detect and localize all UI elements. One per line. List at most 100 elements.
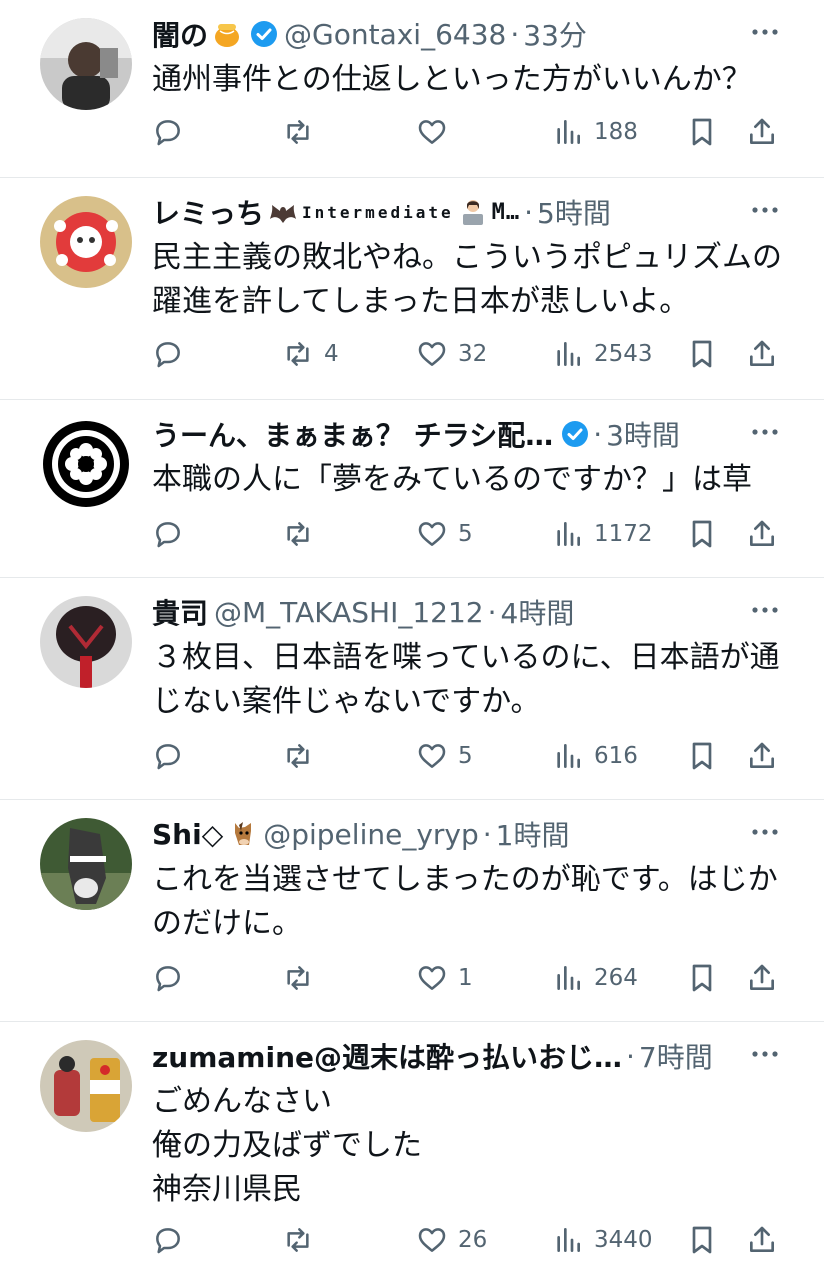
views-chart-icon bbox=[557, 120, 580, 144]
display-name[interactable]: レミっち bbox=[152, 192, 264, 232]
views-button[interactable]: 3440 bbox=[552, 1220, 653, 1260]
reply-icon bbox=[156, 966, 180, 992]
heart-icon bbox=[418, 1228, 446, 1252]
more-options-icon[interactable] bbox=[750, 422, 780, 442]
view-count: 1172 bbox=[594, 521, 653, 547]
tweet[interactable]: Shi◇ @pipeline_yryp · 1時間 これを当選させてしまったのが… bbox=[0, 800, 824, 1022]
heart-icon bbox=[418, 966, 446, 990]
timestamp[interactable]: 7時間 bbox=[639, 1036, 713, 1076]
share-button[interactable] bbox=[746, 514, 778, 554]
views-button[interactable]: 1172 bbox=[552, 514, 653, 554]
views-button[interactable]: 2543 bbox=[552, 334, 653, 374]
like-count: 5 bbox=[458, 521, 473, 547]
like-button[interactable]: 1 bbox=[416, 958, 473, 998]
bookmark-button[interactable] bbox=[686, 514, 718, 554]
heart-icon bbox=[418, 522, 446, 546]
reply-button[interactable] bbox=[152, 514, 194, 554]
avatar[interactable] bbox=[40, 1040, 132, 1132]
tweet[interactable]: 貴司 @M_TAKASHI_1212 · 4時間 ３枚目、日本語を喋っているのに… bbox=[0, 578, 824, 800]
tweet-text: 民主主義の敗北やね。こういうポピュリズムの 躍進を許してしまった日本が悲しいよ。 bbox=[152, 236, 784, 324]
tweet-actions: 188 bbox=[152, 112, 784, 152]
timestamp[interactable]: 33分 bbox=[523, 14, 587, 54]
bookmark-icon bbox=[692, 340, 712, 368]
like-button[interactable] bbox=[416, 112, 458, 152]
reply-button[interactable] bbox=[152, 736, 194, 776]
more-options-icon[interactable] bbox=[750, 822, 780, 842]
reply-button[interactable] bbox=[152, 1220, 194, 1260]
avatar[interactable] bbox=[40, 196, 132, 288]
tweet-actions: 1 264 bbox=[152, 958, 784, 998]
avatar[interactable] bbox=[40, 596, 132, 688]
display-name[interactable]: Shi◇ bbox=[152, 818, 223, 851]
retweet-button[interactable] bbox=[282, 958, 324, 998]
reply-icon bbox=[156, 522, 180, 548]
display-name[interactable]: 貴司 bbox=[152, 592, 208, 632]
retweet-button[interactable] bbox=[282, 112, 324, 152]
bookmark-button[interactable] bbox=[686, 736, 718, 776]
like-button[interactable]: 5 bbox=[416, 736, 473, 776]
display-name[interactable]: zumamine@週末は酔っ払いおじ… bbox=[152, 1036, 622, 1076]
mask-photo-icon bbox=[40, 596, 132, 688]
timestamp[interactable]: 5時間 bbox=[537, 192, 611, 232]
tweet[interactable]: zumamine@週末は酔っ払いおじ… · 7時間 ごめんなさい 俺の力及ばずで… bbox=[0, 1022, 824, 1280]
bookmark-button[interactable] bbox=[686, 334, 718, 374]
more-options-icon[interactable] bbox=[750, 600, 780, 620]
share-button[interactable] bbox=[746, 736, 778, 776]
reply-button[interactable] bbox=[152, 112, 194, 152]
reply-button[interactable] bbox=[152, 958, 194, 998]
retweet-button[interactable]: 4 bbox=[282, 334, 339, 374]
retweet-button[interactable] bbox=[282, 736, 324, 776]
bookmark-button[interactable] bbox=[686, 958, 718, 998]
share-button[interactable] bbox=[746, 958, 778, 998]
avatar[interactable] bbox=[40, 418, 132, 510]
share-button[interactable] bbox=[746, 334, 778, 374]
tweet-text: ３枚目、日本語を喋っているのに、日本語が通 じない案件じゃないですか。 bbox=[152, 636, 784, 724]
like-button[interactable]: 5 bbox=[416, 514, 473, 554]
like-button[interactable]: 26 bbox=[416, 1220, 487, 1260]
views-button[interactable]: 188 bbox=[552, 112, 638, 152]
bookmark-icon bbox=[692, 118, 712, 146]
character-illustration-icon bbox=[40, 196, 132, 288]
bookmark-icon bbox=[692, 742, 712, 770]
share-button[interactable] bbox=[746, 1220, 778, 1260]
tweet[interactable]: 闇の @Gontaxi_6438 · 33分 通州事件との仕返しといった方がいい… bbox=[0, 0, 824, 178]
display-name[interactable]: 闇の bbox=[152, 14, 208, 54]
tweet-text: 通州事件との仕返しといった方がいいんか？ bbox=[152, 58, 784, 102]
tweet[interactable]: レミっち Intermediate M… · 5時間 民主主義の敗北やね。こうい… bbox=[0, 178, 824, 400]
user-handle[interactable]: @Gontaxi_6438 bbox=[284, 18, 506, 51]
bookmark-button[interactable] bbox=[686, 112, 718, 152]
timestamp[interactable]: 1時間 bbox=[496, 814, 570, 854]
more-options-icon[interactable] bbox=[750, 22, 780, 42]
retweet-button[interactable] bbox=[282, 1220, 324, 1260]
share-button[interactable] bbox=[746, 112, 778, 152]
views-button[interactable]: 264 bbox=[552, 958, 638, 998]
tweet[interactable]: うーん、まぁまぁ？ チラシ配… · 3時間 本職の人に「夢をみているのですか？」… bbox=[0, 400, 824, 578]
retweet-button[interactable] bbox=[282, 514, 324, 554]
bookmark-icon bbox=[692, 964, 712, 992]
person-laptop-icon bbox=[462, 200, 483, 225]
retweet-icon bbox=[287, 522, 309, 546]
avatar[interactable] bbox=[40, 818, 132, 910]
tweet-actions: 4 32 2543 bbox=[152, 334, 784, 374]
views-button[interactable]: 616 bbox=[552, 736, 638, 776]
bookmark-icon bbox=[692, 520, 712, 548]
horse-face-icon bbox=[235, 822, 252, 845]
user-handle[interactable]: @pipeline_yryp bbox=[263, 818, 479, 851]
heart-icon bbox=[418, 342, 446, 366]
view-count: 3440 bbox=[594, 1227, 653, 1253]
more-options-icon[interactable] bbox=[750, 1044, 780, 1064]
user-handle[interactable]: @M_TAKASHI_1212 bbox=[214, 596, 484, 629]
retweet-icon bbox=[287, 1228, 309, 1252]
separator-dot: · bbox=[482, 817, 492, 851]
reply-button[interactable] bbox=[152, 334, 194, 374]
verified-badge-icon bbox=[562, 421, 589, 447]
timestamp[interactable]: 4時間 bbox=[501, 592, 575, 632]
more-options-icon[interactable] bbox=[750, 200, 780, 220]
bookmark-button[interactable] bbox=[686, 1220, 718, 1260]
timestamp[interactable]: 3時間 bbox=[606, 414, 680, 454]
reply-icon bbox=[156, 744, 180, 770]
like-button[interactable]: 32 bbox=[416, 334, 487, 374]
avatar[interactable] bbox=[40, 18, 132, 110]
retweet-icon bbox=[287, 342, 309, 366]
display-name[interactable]: うーん、まぁまぁ？ チラシ配… bbox=[152, 414, 553, 454]
